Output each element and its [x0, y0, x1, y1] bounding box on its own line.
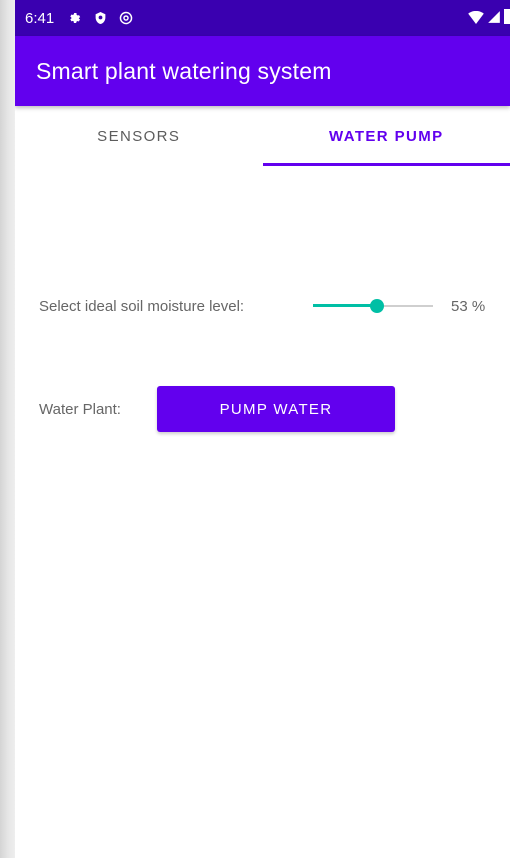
moisture-row: Select ideal soil moisture level: 53 % [39, 294, 499, 318]
tab-water-pump[interactable]: WATER PUMP [262, 106, 510, 166]
tab-bar: SENSORS WATER PUMP [15, 106, 510, 166]
moisture-label: Select ideal soil moisture level: [39, 297, 245, 315]
tab-water-pump-label: WATER PUMP [328, 127, 444, 145]
water-plant-row: Water Plant: PUMP WATER [39, 386, 499, 432]
shield-icon [94, 11, 107, 25]
status-system-icons [468, 0, 510, 36]
water-plant-label: Water Plant: [39, 400, 121, 418]
settings-icon [68, 11, 82, 25]
app-title: Smart plant watering system [36, 57, 332, 84]
battery-icon [504, 8, 510, 28]
at-sign-icon [119, 11, 133, 25]
pump-water-button[interactable]: PUMP WATER [157, 386, 395, 432]
tab-selected-indicator [262, 163, 510, 166]
status-time: 6:41 [25, 9, 55, 27]
slider-fill [313, 304, 377, 307]
status-notification-icons [68, 11, 133, 25]
slider-thumb[interactable] [369, 299, 384, 313]
wifi-icon [468, 9, 484, 28]
tab-sensors-label: SENSORS [97, 127, 181, 145]
status-bar: 6:41 [15, 0, 510, 36]
moisture-slider[interactable] [313, 294, 433, 318]
app-bar: Smart plant watering system [15, 36, 510, 106]
signal-icon [487, 9, 501, 28]
moisture-value: 53 % [451, 297, 486, 315]
tab-sensors[interactable]: SENSORS [15, 106, 263, 166]
phone-screen: 6:41 Smart plant watering system SENSORS… [15, 0, 510, 858]
